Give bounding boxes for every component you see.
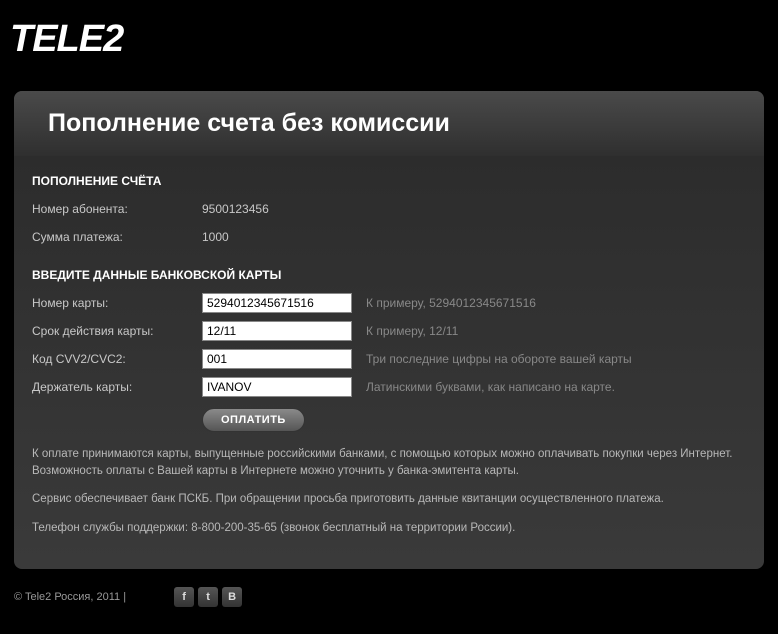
- note-cards: К оплате принимаются карты, выпущенные р…: [32, 446, 746, 479]
- holder-hint: Латинскими буквами, как написано на карт…: [366, 380, 615, 394]
- subscriber-label: Номер абонента:: [32, 202, 202, 216]
- section-title-account: ПОПОЛНЕНИЕ СЧЁТА: [32, 174, 746, 188]
- vk-icon[interactable]: В: [222, 587, 242, 607]
- twitter-icon[interactable]: t: [198, 587, 218, 607]
- card-number-input[interactable]: [202, 293, 352, 313]
- facebook-icon[interactable]: f: [174, 587, 194, 607]
- note-bank: Сервис обеспечивает банк ПСКБ. При обращ…: [32, 491, 746, 508]
- cvv-hint: Три последние цифры на обороте вашей кар…: [366, 352, 632, 366]
- card-number-label: Номер карты:: [32, 296, 202, 310]
- card-number-hint: К примеру, 5294012345671516: [366, 296, 536, 310]
- expiry-label: Срок действия карты:: [32, 324, 202, 338]
- section-title-card: ВВЕДИТЕ ДАННЫЕ БАНКОВСКОЙ КАРТЫ: [32, 268, 746, 282]
- page-title: Пополнение счета без комиссии: [48, 109, 730, 138]
- subscriber-row: Номер абонента: 9500123456: [32, 198, 746, 220]
- header-band: Пополнение счета без комиссии: [14, 91, 764, 156]
- amount-value: 1000: [202, 230, 229, 244]
- note-phone: Телефон службы поддержки: 8-800-200-35-6…: [32, 520, 746, 537]
- logo: TELE2: [0, 0, 778, 71]
- expiry-hint: К примеру, 12/11: [366, 324, 458, 338]
- content: ПОПОЛНЕНИЕ СЧЁТА Номер абонента: 9500123…: [14, 156, 764, 569]
- holder-label: Держатель карты:: [32, 380, 202, 394]
- card-row: Номер карты: К примеру, 5294012345671516: [32, 292, 746, 314]
- amount-row: Сумма платежа: 1000: [32, 226, 746, 248]
- footer: © Tele2 Россия, 2011 | f t В: [14, 587, 764, 607]
- social-icons: f t В: [174, 587, 242, 607]
- pay-button[interactable]: ОПЛАТИТЬ: [202, 408, 305, 432]
- expiry-row: Срок действия карты: К примеру, 12/11: [32, 320, 746, 342]
- holder-input[interactable]: [202, 377, 352, 397]
- copyright: © Tele2 Россия, 2011 |: [14, 591, 126, 603]
- subscriber-value: 9500123456: [202, 202, 269, 216]
- holder-row: Держатель карты: Латинскими буквами, как…: [32, 376, 746, 398]
- cvv-row: Код CVV2/CVC2: Три последние цифры на об…: [32, 348, 746, 370]
- amount-label: Сумма платежа:: [32, 230, 202, 244]
- expiry-input[interactable]: [202, 321, 352, 341]
- cvv-label: Код CVV2/CVC2:: [32, 352, 202, 366]
- cvv-input[interactable]: [202, 349, 352, 369]
- main-panel: Пополнение счета без комиссии ПОПОЛНЕНИЕ…: [14, 91, 764, 569]
